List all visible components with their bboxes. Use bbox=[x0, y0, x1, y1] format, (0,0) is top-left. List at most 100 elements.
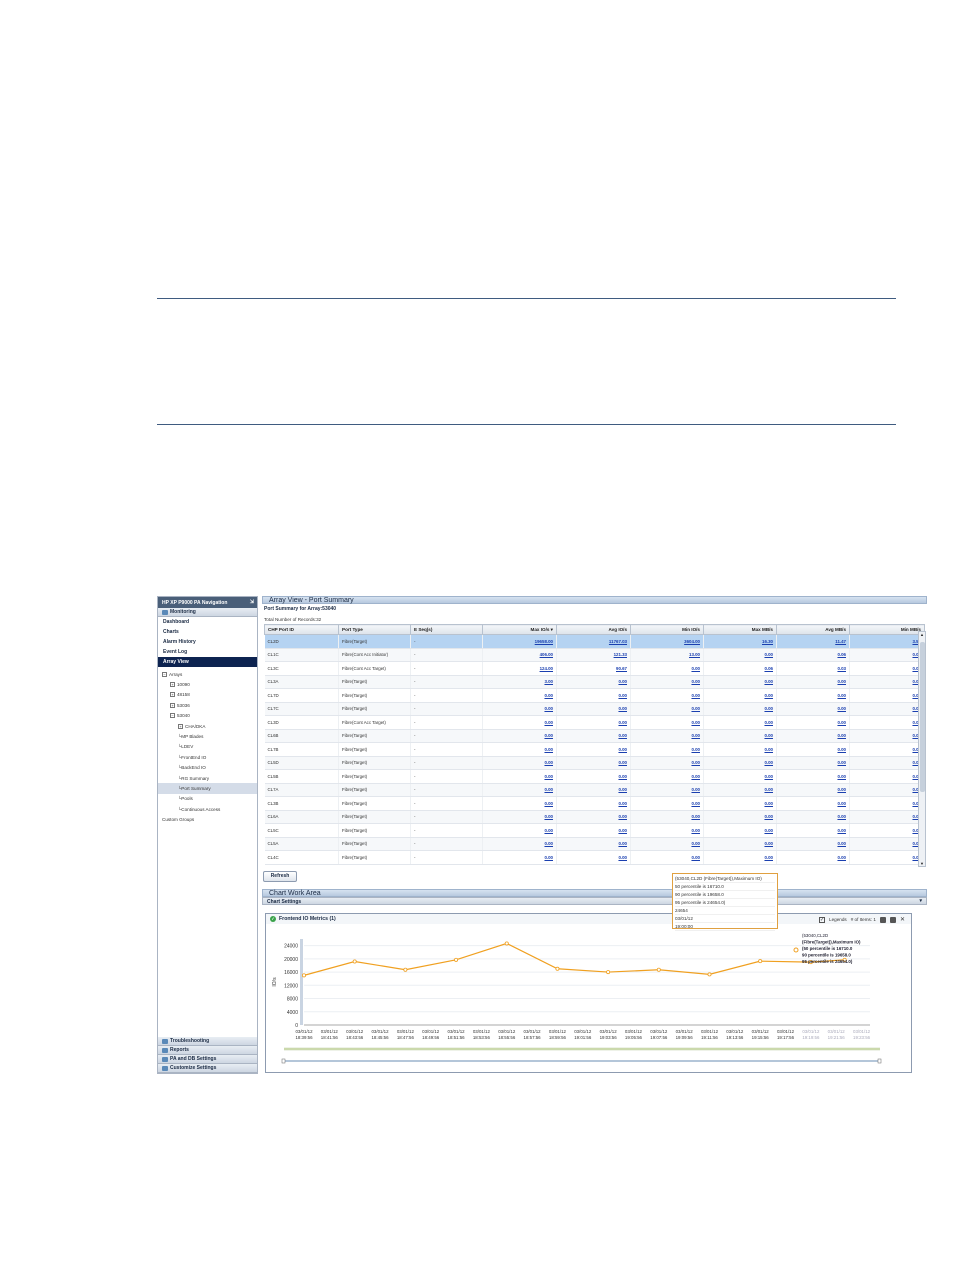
table-row[interactable]: CL7A Fibre(Target) -0.00 0.00 0.00 0.00 0.00 0.… bbox=[264, 783, 925, 797]
table-row[interactable]: CL6A Fibre(Target) -0.00 0.00 0.00 0.00 0.00 0.… bbox=[264, 810, 925, 824]
metric-link[interactable]: 0.00 bbox=[544, 841, 553, 846]
metric-link[interactable]: 0.00 bbox=[691, 855, 700, 860]
metric-link[interactable]: 0.00 bbox=[764, 814, 773, 819]
metric-link[interactable]: 0.00 bbox=[837, 828, 846, 833]
metric-link[interactable]: 0.00 bbox=[837, 841, 846, 846]
metric-link[interactable]: 121.33 bbox=[614, 652, 627, 657]
metric-link[interactable]: 0.00 bbox=[691, 720, 700, 725]
metric-link[interactable]: 0.00 bbox=[691, 693, 700, 698]
tree-node[interactable]: └ LDEV bbox=[158, 742, 257, 752]
metric-link[interactable]: 0.00 bbox=[691, 733, 700, 738]
metric-link[interactable]: 0.00 bbox=[764, 760, 773, 765]
metric-link[interactable]: 0.00 bbox=[544, 814, 553, 819]
table-row[interactable]: CL5B Fibre(Target) -0.00 0.00 0.00 0.00 0.00 0.… bbox=[264, 769, 925, 784]
column-header[interactable]: Min MB/s bbox=[849, 624, 925, 635]
metric-link[interactable]: 0.00 bbox=[691, 828, 700, 833]
scroll-thumb[interactable] bbox=[920, 642, 925, 792]
metric-link[interactable]: 0.00 bbox=[764, 747, 773, 752]
tree-node[interactable]: +53036 bbox=[158, 700, 257, 710]
metric-link[interactable]: 0.00 bbox=[618, 855, 627, 860]
metric-link[interactable]: 0.00 bbox=[544, 720, 553, 725]
metric-link[interactable]: 19658.00 bbox=[535, 639, 553, 644]
tree-node[interactable]: └ BackEnd IO bbox=[158, 763, 257, 773]
metric-link[interactable]: 0.00 bbox=[544, 855, 553, 860]
tree-node[interactable]: +48158 bbox=[158, 690, 257, 700]
metric-link[interactable]: 0.00 bbox=[544, 787, 553, 792]
metric-link[interactable]: 0.00 bbox=[837, 747, 846, 752]
nav-section[interactable]: PA and DB Settings bbox=[158, 1055, 257, 1064]
metric-link[interactable]: 0.00 bbox=[544, 706, 553, 711]
metric-link[interactable]: 16.30 bbox=[762, 639, 773, 644]
expand-toggle-icon[interactable]: + bbox=[170, 682, 175, 688]
metric-link[interactable]: 0.00 bbox=[837, 679, 846, 684]
scroll-down-icon[interactable]: ▼ bbox=[920, 861, 924, 866]
metric-link[interactable]: 0.00 bbox=[544, 733, 553, 738]
column-header[interactable]: Max MB/s bbox=[703, 624, 777, 635]
expand-toggle-icon[interactable]: − bbox=[170, 713, 175, 719]
table-row[interactable]: CL7B Fibre(Target) -0.00 0.00 0.00 0.00 0.00 0.… bbox=[264, 742, 925, 757]
minimize-icon[interactable] bbox=[879, 916, 886, 923]
metric-link[interactable]: 0.00 bbox=[618, 787, 627, 792]
metric-link[interactable]: 0.00 bbox=[618, 720, 627, 725]
metric-link[interactable]: 0.00 bbox=[544, 760, 553, 765]
metric-link[interactable]: 0.00 bbox=[837, 787, 846, 792]
nav-section[interactable]: Customize Settings bbox=[158, 1064, 257, 1073]
metric-link[interactable]: 0.00 bbox=[764, 679, 773, 684]
column-header[interactable]: E Seq(s) bbox=[410, 624, 483, 635]
metric-link[interactable]: 0.00 bbox=[764, 652, 773, 657]
nav-section[interactable]: Troubleshooting bbox=[158, 1037, 257, 1046]
chart-settings-bar[interactable]: Chart Settings ▾ bbox=[262, 897, 927, 905]
metric-link[interactable]: 0.03 bbox=[837, 666, 846, 671]
table-row[interactable]: CL7C Fibre(Target) -0.00 0.00 0.00 0.00 0.00 0.… bbox=[264, 702, 925, 716]
metric-link[interactable]: 0.06 bbox=[764, 666, 773, 671]
metric-link[interactable]: 0.00 bbox=[764, 774, 773, 779]
refresh-button[interactable]: Refresh bbox=[263, 871, 297, 882]
metric-link[interactable]: 0.00 bbox=[618, 747, 627, 752]
metric-link[interactable]: 0.00 bbox=[837, 774, 846, 779]
tree-node[interactable]: − Arrays bbox=[158, 669, 257, 679]
metric-link[interactable]: 0.00 bbox=[837, 720, 846, 725]
metric-link[interactable]: 124.00 bbox=[540, 666, 553, 671]
metric-link[interactable]: 0.06 bbox=[837, 652, 846, 657]
pin-icon[interactable]: ⇲ bbox=[250, 599, 254, 605]
nav-item[interactable]: Array View bbox=[158, 657, 257, 667]
metric-link[interactable]: 0.00 bbox=[691, 666, 700, 671]
metric-link[interactable]: 0.00 bbox=[764, 828, 773, 833]
metric-link[interactable]: 0.00 bbox=[764, 706, 773, 711]
metric-link[interactable]: 0.00 bbox=[691, 801, 700, 806]
metric-link[interactable]: 0.00 bbox=[618, 828, 627, 833]
tree-node[interactable]: └ Port Summary bbox=[158, 783, 257, 794]
metric-link[interactable]: 0.00 bbox=[618, 679, 627, 684]
metric-link[interactable]: 0.00 bbox=[618, 733, 627, 738]
metric-link[interactable]: 0.00 bbox=[837, 693, 846, 698]
metric-link[interactable]: 11767.03 bbox=[609, 639, 627, 644]
nav-item[interactable]: Charts bbox=[158, 627, 257, 637]
nav-item[interactable]: Alarm History bbox=[158, 637, 257, 647]
metric-link[interactable]: 0.00 bbox=[691, 814, 700, 819]
table-row[interactable]: CL3C Fibre(Cont Acc Target) - 124.00 90.67 0.… bbox=[264, 661, 925, 676]
metric-link[interactable]: 0.00 bbox=[837, 733, 846, 738]
metric-link[interactable]: 0.00 bbox=[764, 787, 773, 792]
legends-checkbox[interactable]: ✓ bbox=[819, 916, 826, 923]
metric-link[interactable]: 0.00 bbox=[691, 706, 700, 711]
metric-link[interactable]: 0.00 bbox=[837, 760, 846, 765]
metric-link[interactable]: 0.00 bbox=[837, 855, 846, 860]
metric-link[interactable]: 11.47 bbox=[835, 639, 846, 644]
metric-link[interactable]: 0.00 bbox=[764, 693, 773, 698]
metric-link[interactable]: 3.00 bbox=[544, 679, 553, 684]
scroll-up-icon[interactable]: ▲ bbox=[920, 632, 924, 637]
metric-link[interactable]: 0.00 bbox=[691, 679, 700, 684]
tree-node[interactable]: └ FrontEnd IO bbox=[158, 752, 257, 762]
metric-link[interactable]: 0.00 bbox=[764, 841, 773, 846]
metric-link[interactable]: 13.00 bbox=[689, 652, 700, 657]
metric-link[interactable]: 0.00 bbox=[691, 760, 700, 765]
tree-node[interactable]: └ Pools bbox=[158, 794, 257, 804]
metric-link[interactable]: 0.00 bbox=[618, 774, 627, 779]
table-row[interactable]: CL2D Fibre(Target) - 19658.00 11767.03 3604.0… bbox=[264, 634, 925, 649]
metric-link[interactable]: 0.00 bbox=[618, 841, 627, 846]
nav-section-monitoring[interactable]: Monitoring bbox=[158, 608, 257, 617]
nav-item[interactable]: Event Log bbox=[158, 647, 257, 657]
column-header[interactable]: Avg MB/s bbox=[776, 624, 850, 635]
metric-link[interactable]: 0.00 bbox=[837, 801, 846, 806]
maximize-icon[interactable] bbox=[889, 916, 896, 923]
